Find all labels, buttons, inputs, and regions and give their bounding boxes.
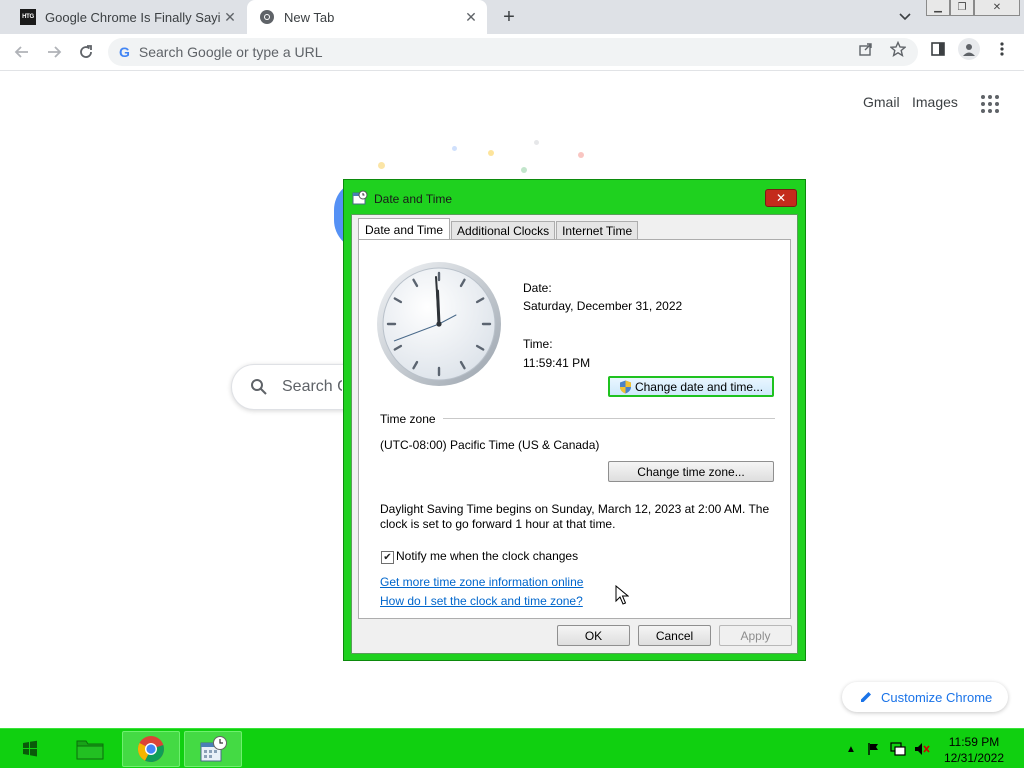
folder-icon [76,740,104,760]
date-value: Saturday, December 31, 2022 [523,299,683,313]
chrome-icon [259,9,275,25]
taskbar-date: 12/31/2022 [943,751,1005,765]
new-tab-button[interactable]: + [498,6,520,28]
search-icon [251,379,267,395]
action-center-flag-icon[interactable] [866,741,882,757]
time-zone-value: (UTC-08:00) Pacific Time (US & Canada) [380,438,600,452]
change-time-zone-button[interactable]: Change time zone... [608,461,774,482]
dialog-close-button[interactable]: ✕ [765,189,797,207]
taskbar-date-time[interactable] [184,731,242,767]
gmail-link[interactable]: Gmail [863,94,900,110]
taskbar-file-explorer[interactable] [68,731,112,767]
omnibox-placeholder: Search Google or type a URL [138,44,323,60]
doodle-dot [578,152,584,158]
change-date-time-button[interactable]: Change date and time... [608,376,774,397]
back-arrow-icon[interactable] [10,40,34,64]
menu-kebab-icon[interactable] [993,40,1011,58]
dialog-titlebar[interactable]: Date and Time ✕ [344,180,805,214]
tab-new-tab[interactable]: New Tab ✕ [247,0,487,34]
start-button[interactable] [10,731,50,767]
time-label: Time: [523,337,553,351]
reload-icon[interactable] [74,40,98,64]
forward-arrow-icon[interactable] [42,40,66,64]
start-windows-icon [23,740,37,757]
time-value: 11:59:41 PM [523,356,591,370]
time-zone-heading: Time zone [380,412,436,426]
date-time-panel: Date: Saturday, December 31, 2022 Time: … [358,239,791,619]
date-label: Date: [523,281,552,295]
htg-icon: HTG [20,9,36,25]
doodle-dot [534,140,539,145]
tab-title: Google Chrome Is Finally Saying [45,9,220,25]
window-controls: ▁ ❐ ✕ [926,0,1020,16]
notify-checkbox[interactable]: ✔ [381,551,394,564]
browser-toolbar: G Search Google or type a URL [0,34,1024,71]
change-date-time-label: Change date and time... [634,379,764,394]
tab-search-chevron-icon[interactable] [895,8,915,26]
clock-calendar-icon [352,190,368,205]
date-time-dialog: Date and Time ✕ Date and Time Additional… [343,179,806,661]
dialog-tabs: Date and Time Additional Clocks Internet… [358,218,639,240]
bookmark-star-icon[interactable] [889,40,907,58]
doodle-dot [452,146,457,151]
dst-notice-line2: clock is set to go forward 1 hour at tha… [380,517,616,531]
analog-clock-icon [377,262,501,386]
close-icon[interactable]: ✕ [220,7,240,27]
customize-chrome-button[interactable]: Customize Chrome [842,682,1008,712]
notify-label[interactable]: Notify me when the clock changes [396,549,578,563]
customize-label: Customize Chrome [881,689,993,705]
side-panel-icon[interactable] [929,40,947,58]
google-apps-grid-icon[interactable] [981,95,999,113]
tab-date-and-time[interactable]: Date and Time [358,218,451,240]
taskbar-chrome[interactable] [122,731,180,767]
cancel-button[interactable]: Cancel [638,625,711,646]
apply-button[interactable]: Apply [719,625,792,646]
tab-additional-clocks[interactable]: Additional Clocks [451,221,556,240]
omnibox[interactable]: G Search Google or type a URL [108,38,918,66]
doodle-dot [521,167,527,173]
more-timezone-info-link[interactable]: Get more time zone information online [380,575,583,589]
network-icon[interactable] [890,741,906,757]
ntp-search-placeholder: Search G [282,378,342,395]
images-link[interactable]: Images [912,94,958,110]
dialog-body: Date and Time Additional Clocks Internet… [351,214,798,654]
ok-button[interactable]: OK [557,625,630,646]
tab-strip: HTG Google Chrome Is Finally Saying ✕ Ne… [0,0,1024,34]
pencil-icon [861,692,871,702]
doodle-dot [378,162,385,169]
tab-internet-time[interactable]: Internet Time [556,221,639,240]
volume-muted-icon[interactable] [914,741,930,757]
restore-icon[interactable]: ❐ [950,0,974,16]
doodle-dot [488,150,494,156]
how-to-set-clock-link[interactable]: How do I set the clock and time zone? [380,594,583,608]
window-close-icon[interactable]: ✕ [974,0,1020,16]
profile-avatar-icon[interactable] [958,38,980,60]
taskbar-time: 11:59 PM [948,735,1000,749]
clock-calendar-icon [200,736,227,762]
tab-htg-article[interactable]: HTG Google Chrome Is Finally Saying ✕ [8,0,246,34]
chrome-icon [137,736,164,763]
uac-shield-icon [619,380,631,393]
tab-title: New Tab [284,9,335,25]
taskbar: ▲ 11:59 PM 12/31/2022 [0,728,1024,768]
close-icon[interactable]: ✕ [461,7,481,27]
mouse-cursor-icon [615,585,629,605]
minimize-icon[interactable]: ▁ [926,0,950,16]
group-divider [443,418,775,419]
dialog-title: Date and Time [374,192,453,206]
google-g-icon: G [119,44,130,60]
taskbar-clock[interactable]: 11:59 PM 12/31/2022 [936,734,1012,766]
share-icon[interactable] [857,40,875,58]
show-hidden-icons-chevron-icon[interactable]: ▲ [843,741,859,757]
dst-notice-line1: Daylight Saving Time begins on Sunday, M… [380,502,770,516]
